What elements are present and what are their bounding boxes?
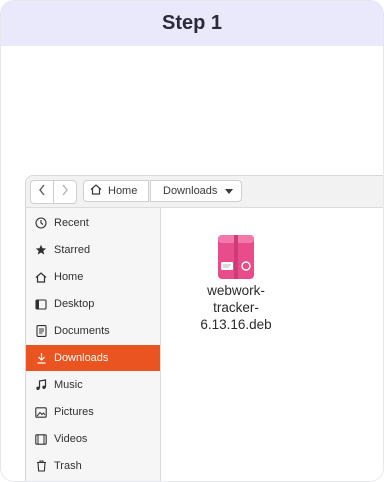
document-icon — [34, 324, 48, 338]
breadcrumb-downloads[interactable]: Downloads — [150, 180, 242, 202]
sidebar-item-label: Pictures — [54, 406, 94, 418]
sidebar-item-home[interactable]: Home — [26, 264, 160, 290]
chevron-left-icon — [38, 184, 46, 200]
sidebar-item-label: Downloads — [54, 352, 109, 364]
desktop-icon — [34, 297, 48, 311]
download-icon — [34, 351, 48, 365]
step-card: Step 1 Home Downloads Recent Starred Hom… — [0, 0, 384, 482]
sidebar-item-label: Documents — [54, 325, 110, 337]
home-icon — [90, 184, 108, 198]
breadcrumb-label: Downloads — [163, 185, 218, 197]
video-icon — [34, 432, 48, 446]
sidebar-item-label: Trash — [54, 460, 82, 472]
sidebar-item-music[interactable]: Music — [26, 372, 160, 398]
forward-button[interactable] — [53, 180, 77, 204]
sidebar-item-label: Starred — [54, 244, 91, 256]
sidebar-item-trash[interactable]: Trash — [26, 453, 160, 479]
toolbar: Home Downloads — [26, 176, 383, 208]
sidebar-item-videos[interactable]: Videos — [26, 426, 160, 452]
deb-package-icon — [217, 234, 255, 280]
sidebar-item-label: Home — [54, 271, 84, 283]
sidebar-item-desktop[interactable]: Desktop — [26, 291, 160, 317]
sidebar-item-label: Music — [54, 379, 83, 391]
file-name: webwork-tracker-6.13.16.deb — [200, 283, 272, 332]
chevron-right-icon — [61, 184, 69, 200]
step-title: Step 1 — [1, 1, 383, 46]
chevron-down-icon[interactable] — [225, 189, 233, 194]
sidebar-item-label: Recent — [54, 217, 89, 229]
clock-icon — [34, 216, 48, 230]
sidebar-item-starred[interactable]: Starred — [26, 237, 160, 263]
breadcrumb-home[interactable]: Home — [83, 180, 149, 202]
sidebar: Recent Starred Home Desktop Documents Do… — [26, 208, 161, 481]
sidebar-item-pictures[interactable]: Pictures — [26, 399, 160, 425]
music-icon — [34, 378, 48, 392]
file-manager-window: Home Downloads Recent Starred Home Deskt… — [25, 175, 383, 481]
sidebar-item-label: Desktop — [54, 298, 95, 310]
file-view: webwork-tracker-6.13.16.deb — [161, 208, 383, 481]
sidebar-item-label: Videos — [54, 433, 88, 445]
picture-icon — [34, 405, 48, 419]
sidebar-item-documents[interactable]: Documents — [26, 318, 160, 344]
trash-icon — [34, 459, 48, 473]
sidebar-item-recent[interactable]: Recent — [26, 210, 160, 236]
breadcrumb-label: Home — [108, 185, 138, 197]
home-icon — [34, 270, 48, 284]
star-icon — [34, 243, 48, 257]
back-button[interactable] — [30, 180, 54, 204]
sidebar-item-downloads[interactable]: Downloads — [26, 345, 160, 371]
